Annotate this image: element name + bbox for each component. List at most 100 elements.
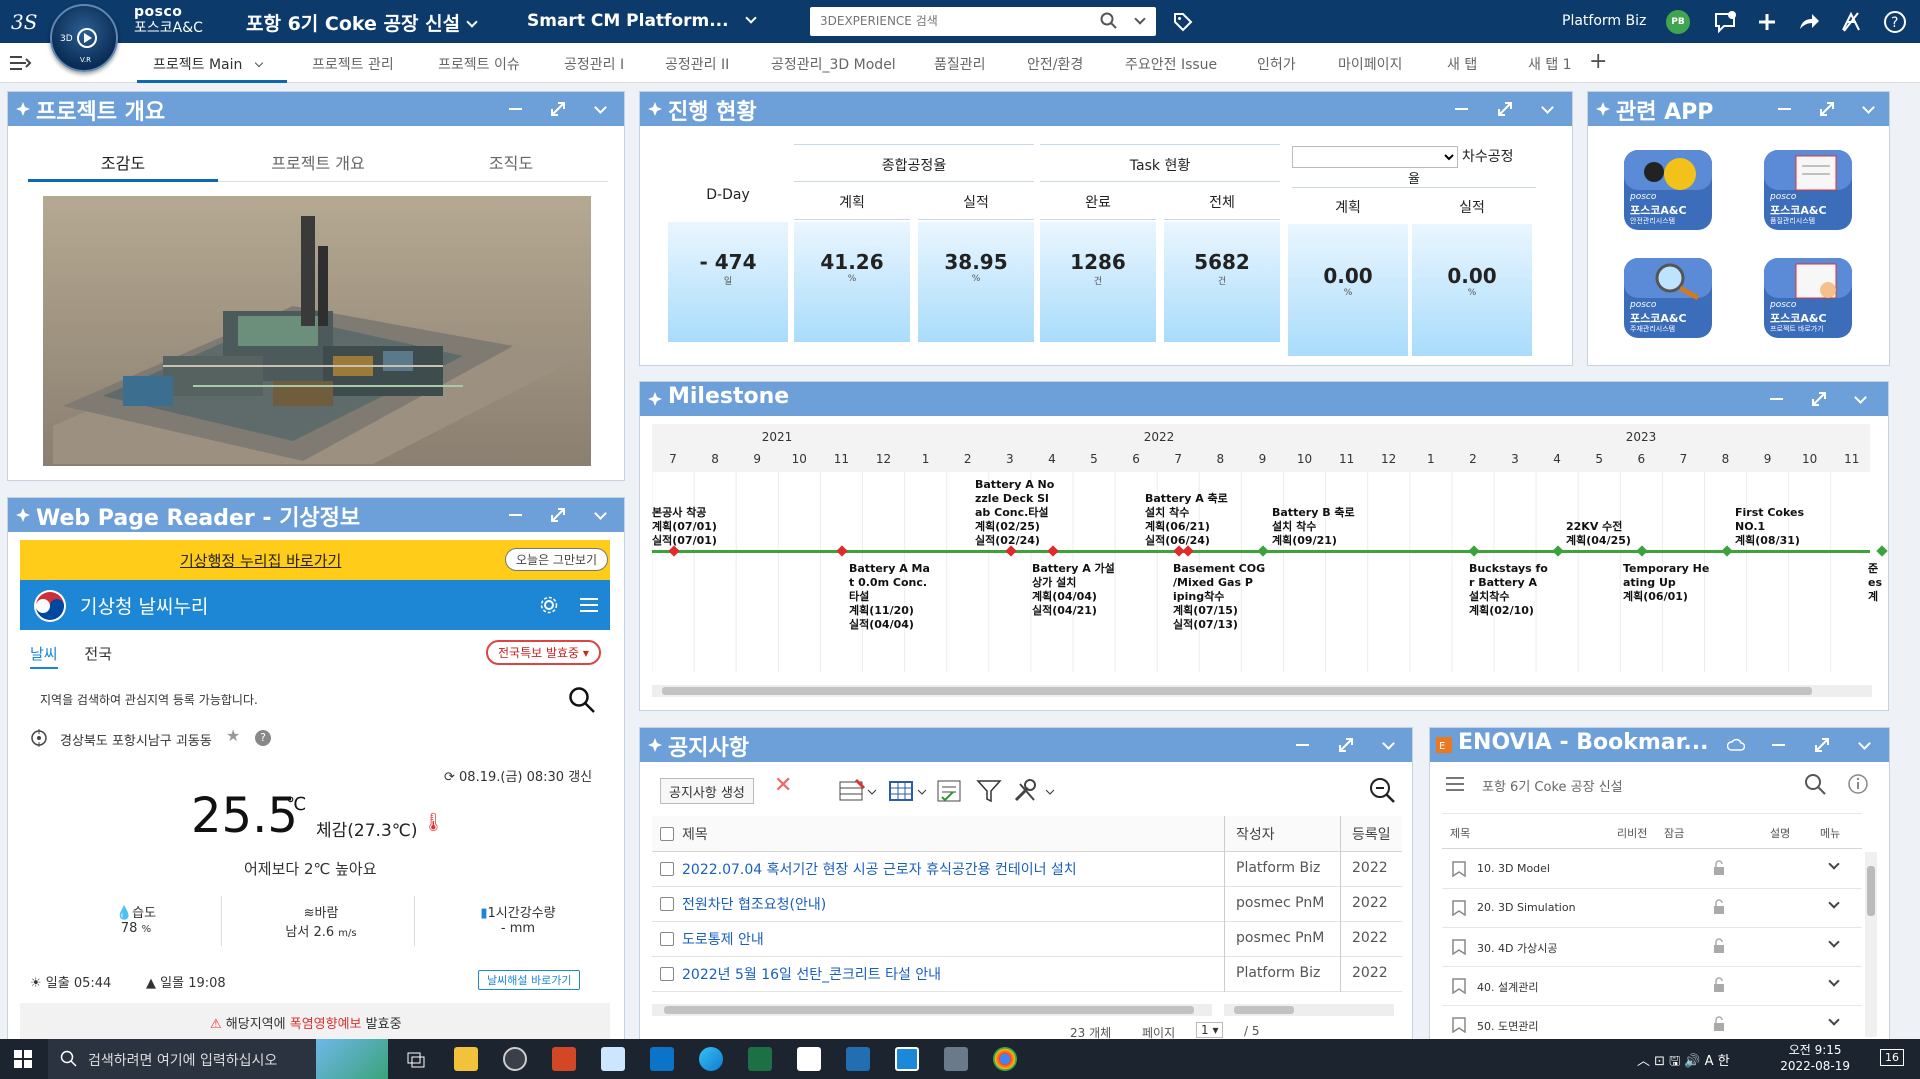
tab-permit[interactable]: 인허가 <box>1257 54 1296 74</box>
minimize-icon[interactable] <box>507 506 525 524</box>
panel-menu-icon[interactable] <box>1380 736 1398 754</box>
drag-handle-icon[interactable] <box>1596 102 1610 116</box>
drag-handle-icon[interactable] <box>648 738 662 752</box>
table-row[interactable]: 도로통제 안내 posmec PnM 2022 <box>652 922 1402 957</box>
maximize-icon[interactable] <box>1813 736 1831 754</box>
photos-app-icon[interactable] <box>650 1047 674 1071</box>
scrollbar-thumb[interactable] <box>1867 866 1875 916</box>
windows-start-icon[interactable] <box>14 1050 32 1068</box>
minimize-icon[interactable] <box>1776 100 1794 118</box>
tab-safety-issue[interactable]: 주요안전 Issue <box>1125 54 1217 74</box>
system-clock[interactable]: 오전 9:15 2022-08-19 <box>1780 1042 1850 1074</box>
row-menu-chevron-icon[interactable] <box>1828 975 1840 987</box>
delete-icon[interactable]: ✕ <box>774 773 792 799</box>
excel-icon[interactable] <box>748 1047 772 1071</box>
tab-process-1[interactable]: 공정관리 I <box>564 54 624 74</box>
chrome-browser-icon[interactable] <box>993 1047 1017 1071</box>
tab-new-1[interactable]: 새 탭 1 <box>1528 54 1572 74</box>
col-lock[interactable]: 잠금 <box>1664 825 1684 841</box>
bookmark-row[interactable]: 30. 4D 가상시공 <box>1442 928 1862 967</box>
minimize-icon[interactable] <box>1294 736 1312 754</box>
table-row[interactable]: 2022.07.04 혹서기간 현장 시공 근로자 휴식공간용 컨테이너 설치 P… <box>652 852 1402 887</box>
scrollbar-thumb[interactable] <box>664 1006 1194 1014</box>
notice-title-link[interactable]: 도로통제 안내 <box>682 929 1212 949</box>
compass-icon[interactable]: 3D V.R <box>50 4 118 72</box>
add-tab-icon[interactable]: + <box>1589 49 1607 74</box>
row-checkbox[interactable] <box>660 932 674 946</box>
checklist-icon[interactable] <box>936 778 964 804</box>
subtab-overview[interactable]: 프로젝트 개요 <box>223 150 413 174</box>
sidebar-toggle-icon[interactable] <box>10 55 32 71</box>
col-revision[interactable]: 리비전 <box>1617 825 1647 841</box>
bookmark-name[interactable]: 20. 3D Simulation <box>1477 901 1576 914</box>
tab-new[interactable]: 새 탭 <box>1447 54 1477 74</box>
tab-project-manage[interactable]: 프로젝트 관리 <box>312 54 394 74</box>
maximize-icon[interactable] <box>549 506 567 524</box>
bookmark-row[interactable]: 20. 3D Simulation <box>1442 889 1862 928</box>
tab-project-issue[interactable]: 프로젝트 이슈 <box>438 54 520 74</box>
task-view-icon[interactable] <box>404 1047 428 1071</box>
row-checkbox[interactable] <box>660 897 674 911</box>
add-icon[interactable] <box>1754 9 1780 35</box>
panel-menu-icon[interactable] <box>592 506 610 524</box>
create-notice-button[interactable]: 공지사항 생성 <box>660 778 754 804</box>
taskbar-search[interactable]: 검색하려면 여기에 입력하십시오 <box>48 1039 388 1079</box>
phase-select[interactable] <box>1292 146 1458 168</box>
notice-title-link[interactable]: 2022.07.04 혹서기간 현장 시공 근로자 휴식공간용 컨테이너 설치 <box>682 859 1212 879</box>
panel-menu-icon[interactable] <box>1860 100 1878 118</box>
tools-icon[interactable] <box>1012 778 1056 804</box>
remote-app-icon[interactable] <box>944 1047 968 1071</box>
notifications-icon[interactable] <box>1712 9 1738 35</box>
settings-icon[interactable] <box>540 596 558 614</box>
tab-project-main[interactable]: 프로젝트 Main <box>153 54 264 74</box>
unlock-icon[interactable] <box>1712 860 1726 876</box>
unlock-icon[interactable] <box>1712 938 1726 954</box>
notice-scrollbar-left[interactable] <box>652 1004 1212 1016</box>
col-description[interactable]: 설명 <box>1770 825 1790 841</box>
tab-safety[interactable]: 안전/환경 <box>1027 54 1083 74</box>
minimize-icon[interactable] <box>507 100 525 118</box>
national-alert-button[interactable]: 전국특보 발효중 ▾ <box>486 640 601 665</box>
page-select[interactable]: 1 ▾ <box>1196 1022 1224 1038</box>
communication-icon[interactable] <box>1838 9 1864 35</box>
notice-scrollbar-right[interactable] <box>1224 1004 1394 1016</box>
col-menu[interactable]: 메뉴 <box>1820 825 1840 841</box>
bookmark-row[interactable]: 50. 도면관리 <box>1442 1006 1862 1040</box>
bookmark-row[interactable]: 10. 3D Model <box>1442 850 1862 889</box>
hangul-icon[interactable] <box>846 1047 870 1071</box>
row-menu-chevron-icon[interactable] <box>1828 936 1840 948</box>
col-date[interactable]: 등록일 <box>1352 824 1391 844</box>
enovia-scrollbar[interactable] <box>1865 852 1877 1037</box>
help-icon[interactable]: ? <box>1882 9 1908 35</box>
select-all-checkbox[interactable] <box>660 827 674 841</box>
bookmark-row[interactable]: 40. 설계관리 <box>1442 967 1862 1006</box>
milestone-scrollbar[interactable] <box>652 685 1872 697</box>
tab-weather[interactable]: 날씨 <box>30 645 58 669</box>
panel-menu-icon[interactable] <box>1539 100 1557 118</box>
favorite-star-icon[interactable]: ★ <box>226 726 240 745</box>
site-rendering[interactable] <box>43 196 591 466</box>
unlock-icon[interactable] <box>1712 1016 1726 1032</box>
panel-menu-icon[interactable] <box>592 100 610 118</box>
unlock-icon[interactable] <box>1712 977 1726 993</box>
active-app-icon[interactable] <box>895 1047 919 1071</box>
search-icon[interactable] <box>1100 12 1118 30</box>
search-icon[interactable] <box>1804 773 1826 795</box>
drag-handle-icon[interactable] <box>16 508 30 522</box>
bookmark-name[interactable]: 40. 설계관리 <box>1477 979 1538 995</box>
inspection-app-tile[interactable]: posco 포스코A&C 주재관리시스템 <box>1618 252 1718 342</box>
tab-national[interactable]: 전국 <box>84 645 112 663</box>
table-row[interactable]: 전원차단 협조요청(안내) posmec PnM 2022 <box>652 887 1402 922</box>
hide-today-button[interactable]: 오늘은 그만보기 <box>505 548 609 571</box>
subtab-birdseye[interactable]: 조감도 <box>28 150 218 182</box>
tab-process-2[interactable]: 공정관리 II <box>665 54 729 74</box>
tree-menu-icon[interactable] <box>1446 776 1464 792</box>
info-icon[interactable] <box>1848 774 1868 794</box>
settings-app-icon[interactable] <box>503 1047 527 1071</box>
minimize-icon[interactable] <box>1770 736 1788 754</box>
bookmark-name[interactable]: 10. 3D Model <box>1477 862 1550 875</box>
maximize-icon[interactable] <box>549 100 567 118</box>
drag-handle-icon[interactable] <box>16 102 30 116</box>
maximize-icon[interactable] <box>1810 390 1828 408</box>
search-options-chevron-icon[interactable] <box>1134 13 1146 25</box>
